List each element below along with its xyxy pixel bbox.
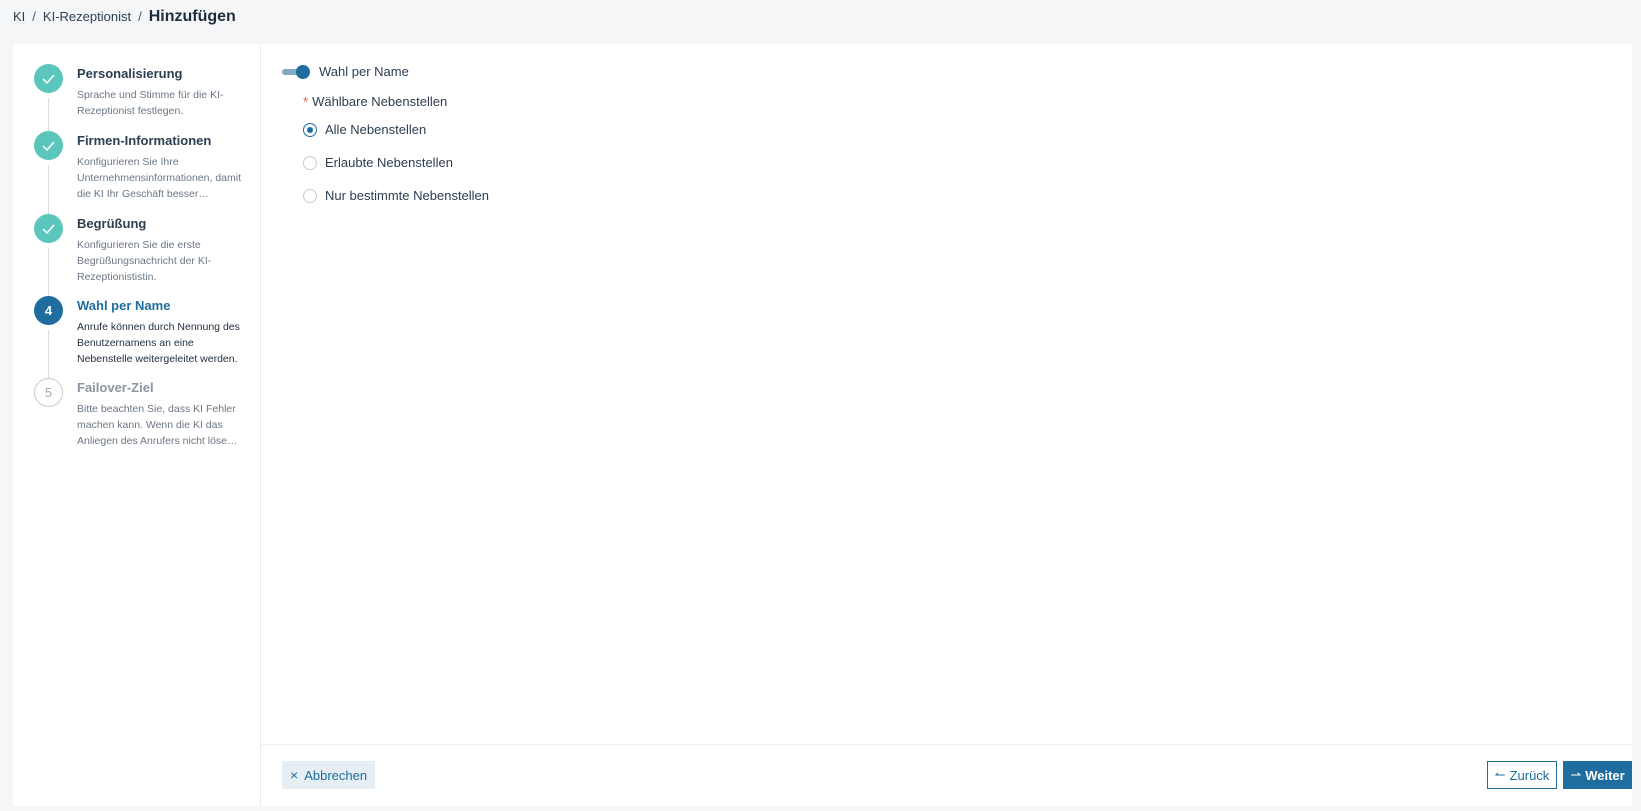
radio-button[interactable] (303, 188, 317, 203)
page-title: Hinzufügen (148, 8, 236, 25)
step-list: Personalisierung Sprache und Stimme für … (13, 44, 261, 806)
step-connector (48, 330, 49, 383)
step-wahl-per-name: 4 Wahl per Name Anrufe können durch Nenn… (13, 296, 260, 383)
wahl-per-name-toggle[interactable] (282, 64, 312, 79)
required-marker: * (303, 94, 309, 109)
step-failover-ziel: 5 Failover-Ziel Bitte beachten Sie, dass… (13, 378, 260, 460)
toggle-label: Wahl per Name (319, 64, 409, 79)
breadcrumb-item-ki[interactable]: KI (13, 9, 25, 24)
step-begruessung: Begrüßung Konfigurieren Sie die erste Be… (13, 214, 260, 301)
cancel-button[interactable]: × Abbrechen (282, 761, 376, 789)
radio-button[interactable] (303, 155, 317, 170)
step-description: Sprache und Stimme für die KI-Rezeptioni… (77, 89, 224, 117)
field-label-text: Wählbare Nebenstellen (312, 94, 448, 109)
radio-button[interactable] (303, 122, 317, 137)
breadcrumb: KI / KI-Rezeptionist / Hinzufügen (13, 8, 236, 26)
check-icon (34, 131, 63, 160)
check-icon (34, 214, 63, 243)
arrow-left-icon: ↼ (1494, 767, 1506, 782)
step-connector (48, 248, 49, 301)
waehlbare-nebenstellen-label: * Wählbare Nebenstellen (303, 94, 447, 109)
step-description: Bitte beachten Sie, dass KI Fehler mache… (77, 403, 238, 447)
step-description: Konfigurieren Sie die erste Begrüßungsna… (77, 239, 212, 283)
wahl-per-name-toggle-row: Wahl per Name (282, 64, 409, 79)
step-title: Failover-Ziel (77, 380, 154, 395)
radio-option-alle[interactable]: Alle Nebenstellen (303, 122, 426, 137)
step-number-badge: 5 (34, 378, 63, 407)
radio-option-erlaubte[interactable]: Erlaubte Nebenstellen (303, 155, 453, 170)
step-title: Wahl per Name (77, 298, 171, 313)
step-connector (48, 165, 49, 219)
step-description: Anrufe können durch Nennung des Benutzer… (77, 321, 240, 365)
radio-label: Erlaubte Nebenstellen (325, 155, 453, 170)
back-label: Zurück (1509, 767, 1550, 783)
step-title: Firmen-Informationen (77, 133, 212, 148)
radio-label: Alle Nebenstellen (325, 122, 427, 137)
step-firmen-informationen: Firmen-Informationen Konfigurieren Sie I… (13, 131, 260, 219)
arrow-right-icon: ⇀ (1570, 767, 1582, 782)
next-label: Weiter (1585, 767, 1625, 783)
step-title: Personalisierung (77, 66, 183, 81)
wizard-panel: Personalisierung Sprache und Stimme für … (13, 44, 1632, 806)
step-personalisierung: Personalisierung Sprache und Stimme für … (13, 64, 260, 136)
step-title: Begrüßung (77, 216, 147, 231)
step-number-badge: 4 (34, 296, 63, 325)
back-button[interactable]: ↼ Zurück (1487, 761, 1557, 789)
breadcrumb-separator: / (32, 9, 36, 24)
breadcrumb-item-ki-rezeptionist[interactable]: KI-Rezeptionist (43, 9, 131, 24)
radio-option-nur-bestimmte[interactable]: Nur bestimmte Nebenstellen (303, 188, 489, 203)
breadcrumb-separator: / (138, 9, 142, 24)
check-icon (34, 64, 63, 93)
step-content: Wahl per Name * Wählbare Nebenstellen All… (261, 44, 1632, 806)
step-description: Konfigurieren Sie Ihre Unternehmensinfor… (77, 156, 242, 200)
wizard-footer: × Abbrechen ↼ Zurück ⇀ Weiter (261, 744, 1632, 806)
next-button[interactable]: ⇀ Weiter (1563, 761, 1632, 789)
cancel-label: Abbrechen (304, 767, 368, 783)
radio-label: Nur bestimmte Nebenstellen (325, 188, 490, 203)
close-icon: × (290, 767, 299, 783)
